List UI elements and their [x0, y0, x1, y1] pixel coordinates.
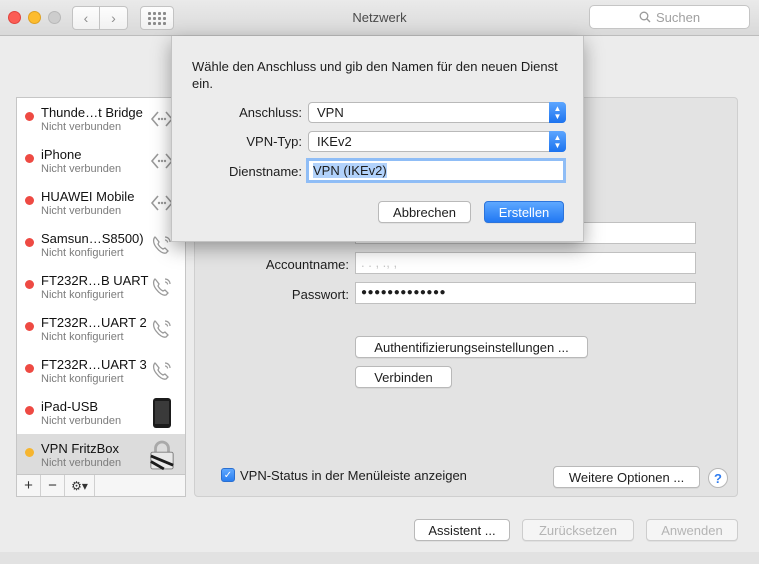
vpn-lock-icon [149, 440, 175, 471]
service-status: Nicht verbunden [41, 121, 122, 133]
password-field[interactable]: ●●●●●●●●●●●●● [355, 282, 696, 304]
service-item[interactable]: HUAWEI Mobile Nicht verbunden [17, 182, 185, 224]
revert-button[interactable]: Zurücksetzen [522, 519, 634, 541]
new-service-sheet: Wähle den Anschluss und gib den Namen fü… [171, 36, 584, 242]
apply-button[interactable]: Anwenden [646, 519, 738, 541]
status-dot-icon [25, 364, 34, 373]
service-item[interactable]: iPad-USB Nicht verbunden [17, 392, 185, 434]
title-bar: ‹ › Netzwerk Suchen [0, 0, 759, 36]
service-name-value: VPN (IKEv2) [313, 163, 387, 178]
status-dot-icon [25, 154, 34, 163]
service-item[interactable]: VPN FritzBox Nicht verbunden [17, 434, 185, 474]
service-name: FT232R…B UART [41, 273, 149, 288]
vpn-type-popup[interactable]: IKEv2 ▲ ▼ [308, 131, 566, 152]
service-name: iPad-USB [41, 399, 99, 414]
service-status: Nicht konfiguriert [41, 373, 124, 385]
service-list: Thunde…t Bridge Nicht verbunden iPhone Nich… [16, 97, 186, 475]
sheet-message: Wähle den Anschluss und gib den Namen fü… [192, 59, 558, 91]
service-name: HUAWEI Mobile [41, 189, 135, 204]
account-name-field[interactable]: . . , ., , [355, 252, 696, 274]
service-status: Nicht konfiguriert [41, 289, 124, 301]
service-name: Thunde…t Bridge [41, 105, 143, 120]
phone-icon [149, 316, 175, 342]
interface-label: Anschluss: [239, 105, 302, 120]
chevron-updown-icon: ▲ ▼ [549, 131, 566, 152]
interface-value: VPN [317, 105, 344, 120]
service-item[interactable]: FT232R…B UART Nicht konfiguriert [17, 266, 185, 308]
service-status: Nicht konfiguriert [41, 247, 124, 259]
status-dot-icon [25, 448, 34, 457]
service-status: Nicht verbunden [41, 205, 122, 217]
authentication-settings-button[interactable]: Authentifizierungseinstellungen ... [355, 336, 588, 358]
search-icon [639, 11, 651, 23]
search-field[interactable]: Suchen [589, 5, 750, 29]
account-name-label: Accountname: [265, 257, 349, 272]
service-list-toolbar: + − ⚙▾ [16, 475, 186, 497]
help-button[interactable]: ? [708, 468, 728, 488]
service-name: Samsun…S8500) [41, 231, 144, 246]
service-item[interactable]: iPhone Nicht verbunden [17, 140, 185, 182]
service-status: Nicht verbunden [41, 415, 122, 427]
service-status: Nicht verbunden [41, 457, 122, 469]
remove-service-button[interactable]: − [41, 475, 65, 496]
create-button[interactable]: Erstellen [484, 201, 564, 223]
connect-button[interactable]: Verbinden [355, 366, 452, 388]
status-dot-icon [25, 112, 34, 121]
assistant-button[interactable]: Assistent ... [414, 519, 510, 541]
service-status: Nicht konfiguriert [41, 331, 124, 343]
vpn-status-menubar-checkbox[interactable]: ✓ [221, 468, 235, 482]
status-dot-icon [25, 406, 34, 415]
password-label: Passwort: [291, 287, 349, 302]
service-name: iPhone [41, 147, 82, 162]
service-name: FT232R…UART 2 [41, 315, 147, 330]
phone-icon [149, 274, 175, 300]
phone-icon [149, 358, 175, 384]
vpn-type-label: VPN-Typ: [246, 134, 302, 149]
service-item[interactable]: Thunde…t Bridge Nicht verbunden [17, 98, 185, 140]
service-status: Nicht verbunden [41, 163, 122, 175]
ipad-icon [149, 398, 175, 428]
status-dot-icon [25, 322, 34, 331]
status-dot-icon [25, 280, 34, 289]
add-service-button[interactable]: + [17, 475, 41, 496]
search-placeholder: Suchen [655, 9, 701, 25]
service-name-input[interactable]: VPN (IKEv2) [306, 158, 566, 183]
status-dot-icon [25, 238, 34, 247]
service-item[interactable]: Samsun…S8500) Nicht konfiguriert [17, 224, 185, 266]
service-item[interactable]: FT232R…UART 2 Nicht konfiguriert [17, 308, 185, 350]
vpn-status-menubar-label: VPN-Status in der Menüleiste anzeigen [240, 468, 467, 483]
chevron-updown-icon: ▲ ▼ [549, 102, 566, 123]
service-item[interactable]: FT232R…UART 3 Nicht konfiguriert [17, 350, 185, 392]
advanced-options-button[interactable]: Weitere Optionen ... [553, 466, 700, 488]
background-window-strip [0, 552, 759, 564]
service-name: VPN FritzBox [41, 441, 120, 456]
vpn-type-value: IKEv2 [317, 134, 352, 149]
cancel-button[interactable]: Abbrechen [378, 201, 471, 223]
gear-icon[interactable]: ⚙▾ [65, 475, 95, 496]
service-name-label: Dienstname: [229, 164, 302, 179]
service-name: FT232R…UART 3 [41, 357, 147, 372]
interface-popup[interactable]: VPN ▲ ▼ [308, 102, 566, 123]
status-dot-icon [25, 196, 34, 205]
